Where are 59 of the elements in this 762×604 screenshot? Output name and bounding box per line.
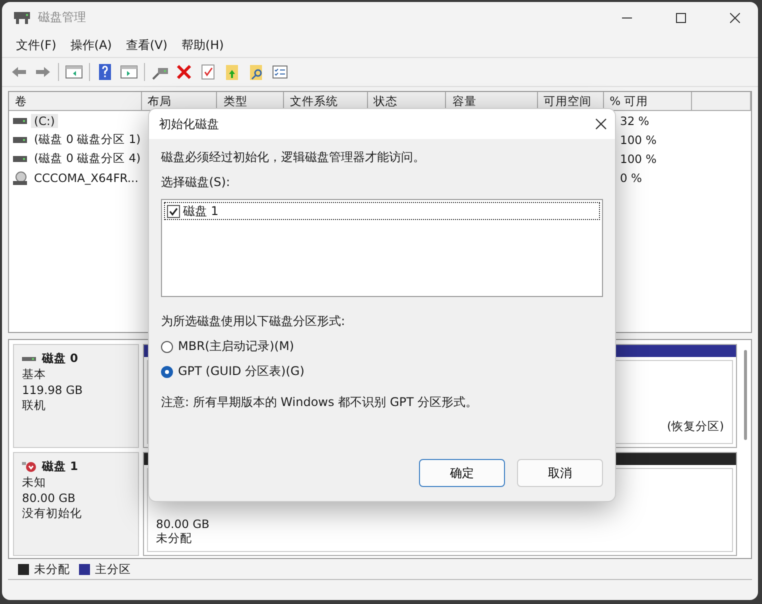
menu-item[interactable]: 操作(A) — [70, 36, 112, 54]
disk-list-item[interactable]: 磁盘 1 — [164, 202, 600, 220]
properties-icon[interactable] — [271, 63, 289, 81]
drive-icon — [13, 136, 27, 144]
partition-text: (恢复分区) — [667, 418, 724, 434]
disk-name: 磁盘 1 — [42, 459, 78, 474]
folder-search-icon[interactable] — [247, 63, 265, 81]
radio-option[interactable]: GPT (GUID 分区表)(G) — [161, 363, 603, 380]
disk-label-panel[interactable]: 磁盘 0 基本 119.98 GB 联机 — [13, 344, 139, 448]
disk-name: 磁盘 0 — [42, 351, 78, 366]
disk-status: 没有初始化 — [22, 506, 83, 521]
select-disk-label: 选择磁盘(S): — [161, 174, 232, 191]
menu-item[interactable]: 查看(V) — [126, 36, 168, 54]
volume-name[interactable]: CCCOMA_X64FR... — [31, 170, 142, 184]
disk-size: 119.98 GB — [22, 383, 84, 397]
scrollbar[interactable] — [744, 350, 747, 440]
partition-style-label: 为所选磁盘使用以下磁盘分区形式: — [161, 313, 346, 330]
dialog-button[interactable]: 取消 — [517, 459, 603, 487]
folder-up-icon[interactable] — [223, 63, 241, 81]
disk-error-icon — [22, 460, 36, 472]
panel-icon[interactable] — [65, 63, 83, 81]
table-cell-text: 0 % — [619, 170, 642, 184]
disk-size: 80.00 GB — [22, 491, 76, 505]
table-cell-text: 32 % — [619, 114, 650, 128]
disk-type: 基本 — [22, 367, 47, 382]
close-icon[interactable] — [730, 12, 740, 22]
legend-label: 主分区 — [95, 562, 131, 576]
disk-management-icon — [14, 12, 30, 24]
volume-name[interactable]: (C:) — [31, 114, 58, 128]
drive-icon — [13, 154, 27, 162]
delete-icon[interactable] — [175, 63, 193, 81]
drive-icon — [22, 354, 36, 362]
volume-name[interactable]: (磁盘 0 磁盘分区 4) — [31, 151, 144, 166]
window-title: 磁盘管理 — [38, 9, 87, 26]
checklist-icon[interactable] — [199, 63, 217, 81]
close-icon[interactable] — [595, 118, 607, 130]
maximize-icon[interactable] — [676, 12, 686, 22]
partition-text: 80.00 GB — [156, 517, 210, 531]
menu-item[interactable]: 帮助(H) — [181, 36, 224, 54]
checkbox[interactable] — [167, 204, 180, 218]
disk-label-panel[interactable]: 磁盘 1 未知 80.00 GB 没有初始化 — [13, 452, 139, 556]
dialog-message: 磁盘必须经过初始化，逻辑磁盘管理器才能访问。 — [161, 149, 426, 166]
cd-drive-icon — [13, 170, 27, 184]
dialog-button[interactable]: 确定 — [419, 459, 505, 487]
volume-name[interactable]: (磁盘 0 磁盘分区 1) — [31, 132, 144, 147]
column-header[interactable]: 卷 — [9, 92, 142, 111]
legend-label: 未分配 — [34, 562, 70, 576]
disk-type: 未知 — [22, 475, 47, 490]
table-cell-text: 100 % — [619, 152, 657, 166]
help-icon[interactable] — [96, 63, 114, 81]
radio-option[interactable]: MBR(主启动记录)(M) — [161, 338, 603, 355]
disk-status: 联机 — [22, 398, 47, 413]
dialog-note: 注意: 所有早期版本的 Windows 都不识别 GPT 分区形式。 — [161, 394, 479, 411]
table-cell-text: 100 % — [619, 132, 657, 146]
drive-icon — [13, 116, 27, 124]
partition-text: 未分配 — [156, 531, 192, 546]
menu-item[interactable]: 文件(F) — [16, 36, 56, 54]
panel-icon[interactable] — [120, 63, 138, 81]
dialog-title: 初始化磁盘 — [159, 116, 219, 132]
